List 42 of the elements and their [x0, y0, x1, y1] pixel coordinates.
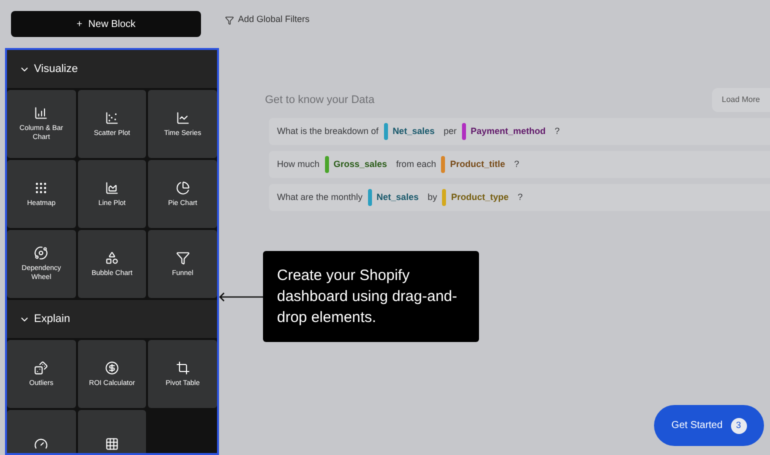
shapes-icon	[104, 250, 119, 264]
scatter-plot-icon	[104, 110, 119, 124]
question-text: from each	[396, 158, 436, 171]
tooltip-text: Create your Shopify dashboard using drag-and-drop elements.	[277, 267, 458, 326]
section-header[interactable]: Explain	[7, 300, 217, 338]
field-tag: Net_sales	[392, 124, 435, 138]
dice-icon	[34, 360, 48, 374]
question-text: ?	[554, 124, 560, 138]
question-row[interactable]: What is the breakdown of Net_sales per Payment_method ?	[269, 118, 770, 145]
load-more-button[interactable]: Load More	[712, 88, 770, 112]
funnel-icon	[176, 250, 190, 264]
field-tag: Product_type	[451, 190, 509, 204]
question-text: What are the monthly	[277, 190, 363, 204]
question-text: ?	[514, 158, 520, 171]
add-global-filters-button[interactable]: Add Global Filters	[225, 13, 310, 27]
grid-icon	[104, 437, 119, 451]
insights-title: Get to know your Data	[265, 92, 374, 108]
count-badge: 3	[730, 418, 747, 434]
question-row[interactable]: How much Gross_sales from each Product_title ?	[269, 151, 770, 178]
question-text: ?	[518, 190, 523, 204]
question-row[interactable]: What are the monthly Net_sales by Product_type ?	[269, 184, 770, 211]
field-tag: Net_sales	[376, 190, 419, 204]
dot-grid-icon	[34, 180, 48, 194]
area-chart-icon	[104, 180, 119, 194]
question-text: by	[428, 190, 438, 204]
section-header[interactable]: Visualize	[7, 50, 217, 88]
new-block-button[interactable]: + New Block	[11, 11, 201, 37]
question-text: What is the breakdown of	[277, 124, 379, 138]
pie-chart-icon	[176, 180, 190, 194]
question-text: How much	[277, 158, 320, 171]
filter-icon	[225, 16, 234, 24]
field-tag: Product_title	[450, 158, 506, 172]
get-started-button[interactable]: Get Started 3	[654, 405, 764, 446]
question-text: per	[444, 124, 457, 138]
dollar-icon	[104, 360, 119, 374]
field-tag: Gross_sales	[334, 158, 388, 172]
line-chart-icon	[176, 110, 190, 124]
gauge-icon	[34, 437, 48, 451]
field-tag: Payment_method	[470, 124, 546, 138]
bar-chart-icon	[34, 106, 48, 120]
crop-icon	[176, 360, 190, 374]
wheel-icon	[34, 246, 48, 260]
